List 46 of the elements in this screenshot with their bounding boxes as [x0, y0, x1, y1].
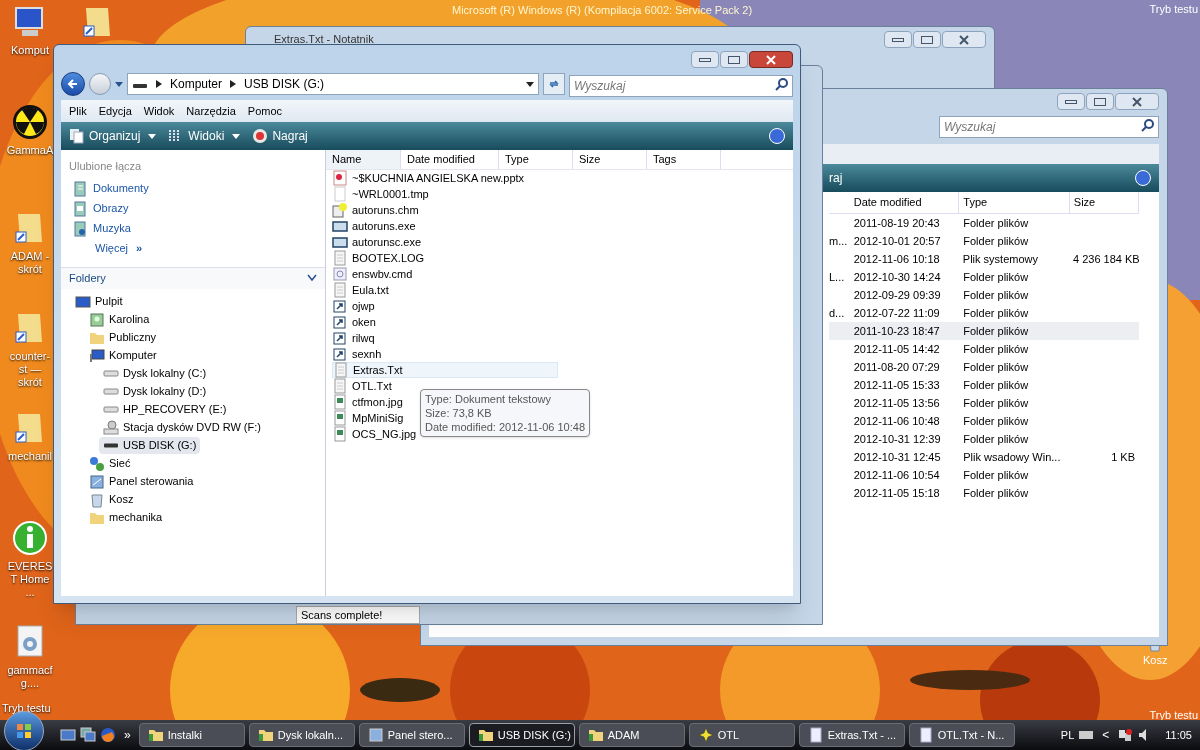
- date-cell: 2012-11-06 10:18: [853, 252, 940, 265]
- size-cell: 1 KB: [1111, 450, 1135, 463]
- type-cell: Folder plików: [963, 432, 1029, 445]
- type-cell: Plik wsadowy Win...: [963, 450, 1061, 463]
- type-cell: Folder plików: [963, 216, 1029, 229]
- type-cell: Folder plików: [963, 324, 1029, 337]
- date-cell: 2012-10-30 14:24: [853, 270, 941, 283]
- test-mode-label: Tryb testu: [2, 701, 51, 716]
- tooltip-line: Size: 73,8 KB: [425, 406, 493, 420]
- file-name: m...: [829, 234, 848, 247]
- size-cell: 4 236 184 KB: [1073, 252, 1140, 265]
- tooltip-line: Type: Dokument tekstowy: [425, 392, 552, 406]
- date-cell: 2012-10-01 20:57: [853, 234, 941, 247]
- type-cell: Folder plików: [963, 306, 1029, 319]
- date-cell: 2012-09-29 09:39: [853, 288, 941, 301]
- date-cell: 2012-11-06 10:48: [853, 414, 940, 427]
- tooltip-line: Date modified: 2012-11-06 10:48: [425, 420, 585, 434]
- type-cell: Folder plików: [963, 486, 1029, 499]
- file-name: d...: [829, 306, 845, 319]
- type-cell: Plik systemowy: [962, 252, 1038, 265]
- type-cell: Folder plików: [963, 396, 1029, 409]
- date-cell: 2012-10-31 12:39: [853, 432, 941, 445]
- type-cell: Folder plików: [963, 342, 1029, 355]
- type-cell: Folder plików: [963, 378, 1029, 391]
- status-text: Scans complete!: [296, 606, 420, 624]
- date-cell: 2011-10-23 18:47: [853, 324, 940, 337]
- type-cell: Folder plików: [963, 288, 1029, 301]
- file-name: L...: [829, 270, 845, 283]
- type-cell: Folder plików: [963, 468, 1029, 481]
- type-cell: Folder plików: [963, 414, 1029, 427]
- date-cell: 2012-11-06 10:54: [853, 468, 940, 481]
- date-cell: 2011-08-20 07:29: [853, 360, 940, 373]
- test-mode-label: Tryb testu: [1149, 708, 1198, 723]
- date-cell: 2012-11-05 15:18: [853, 486, 940, 499]
- date-cell: 2012-11-05 14:42: [853, 342, 940, 355]
- type-cell: Folder plików: [963, 360, 1029, 373]
- date-cell: 2012-11-05 15:33: [853, 378, 940, 391]
- date-cell: 2012-11-05 13:56: [853, 396, 940, 409]
- section-title: Ulubione łącza: [68, 159, 143, 174]
- date-cell: 2012-07-22 11:09: [853, 306, 940, 319]
- type-cell: Folder plików: [963, 234, 1029, 247]
- type-cell: Folder plików: [963, 270, 1029, 283]
- test-mode-label: Tryb testu: [1149, 2, 1198, 17]
- window-title: Extras.Txt - Notatnik: [273, 32, 374, 48]
- date-cell: 2012-10-31 12:45: [853, 450, 941, 463]
- date-cell: 2011-08-19 20:43: [853, 216, 940, 229]
